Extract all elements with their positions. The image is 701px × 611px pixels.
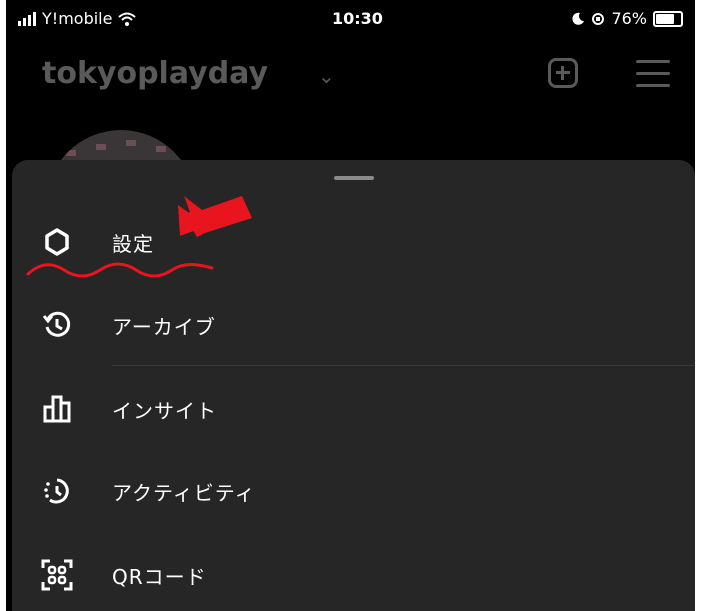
profile-header: tokyoplayday ⌄ bbox=[6, 46, 695, 116]
create-button[interactable] bbox=[548, 58, 578, 88]
menu-item-label: アクティビティ bbox=[112, 480, 256, 505]
menu-item-qr-code[interactable]: QRコード bbox=[12, 540, 695, 610]
battery-icon bbox=[653, 10, 683, 27]
insights-bar-chart-icon bbox=[40, 392, 74, 426]
qr-code-icon bbox=[40, 558, 74, 592]
chevron-down-icon[interactable]: ⌄ bbox=[318, 64, 335, 88]
activity-icon bbox=[40, 474, 74, 508]
wifi-icon bbox=[118, 12, 137, 26]
archive-history-icon bbox=[40, 308, 74, 342]
gear-icon bbox=[40, 225, 74, 259]
menu-item-label: QRコード bbox=[112, 564, 207, 589]
clock-time: 10:30 bbox=[332, 9, 383, 28]
status-bar: Y!mobile 10:30 76% bbox=[6, 0, 695, 46]
username-switcher[interactable]: tokyoplayday bbox=[42, 56, 268, 91]
divider bbox=[112, 365, 695, 366]
orientation-lock-icon bbox=[592, 12, 605, 25]
hamburger-menu-icon[interactable] bbox=[636, 60, 670, 88]
phone-screen: Y!mobile 10:30 76% tokyoplayday ⌄ 設定 アーカ… bbox=[6, 0, 695, 611]
carrier-name: Y!mobile bbox=[42, 9, 113, 28]
menu-item-label: インサイト bbox=[112, 398, 217, 423]
carrier-group: Y!mobile bbox=[18, 9, 137, 28]
menu-item-settings[interactable]: 設定 bbox=[12, 207, 695, 277]
menu-item-label: 設定 bbox=[112, 231, 154, 256]
moon-icon bbox=[572, 12, 585, 25]
menu-item-archive[interactable]: アーカイブ bbox=[12, 290, 695, 360]
menu-item-insights[interactable]: インサイト bbox=[12, 374, 695, 444]
sheet-drag-handle[interactable] bbox=[334, 176, 374, 180]
menu-bottom-sheet: 設定 アーカイブ インサイト アクティビティ QRコード bbox=[12, 160, 695, 611]
signal-strength-icon bbox=[18, 11, 36, 26]
menu-item-label: アーカイブ bbox=[112, 314, 216, 339]
menu-item-activity[interactable]: アクティビティ bbox=[12, 456, 695, 526]
status-right: 76% bbox=[571, 9, 683, 28]
battery-percent: 76% bbox=[611, 9, 647, 28]
